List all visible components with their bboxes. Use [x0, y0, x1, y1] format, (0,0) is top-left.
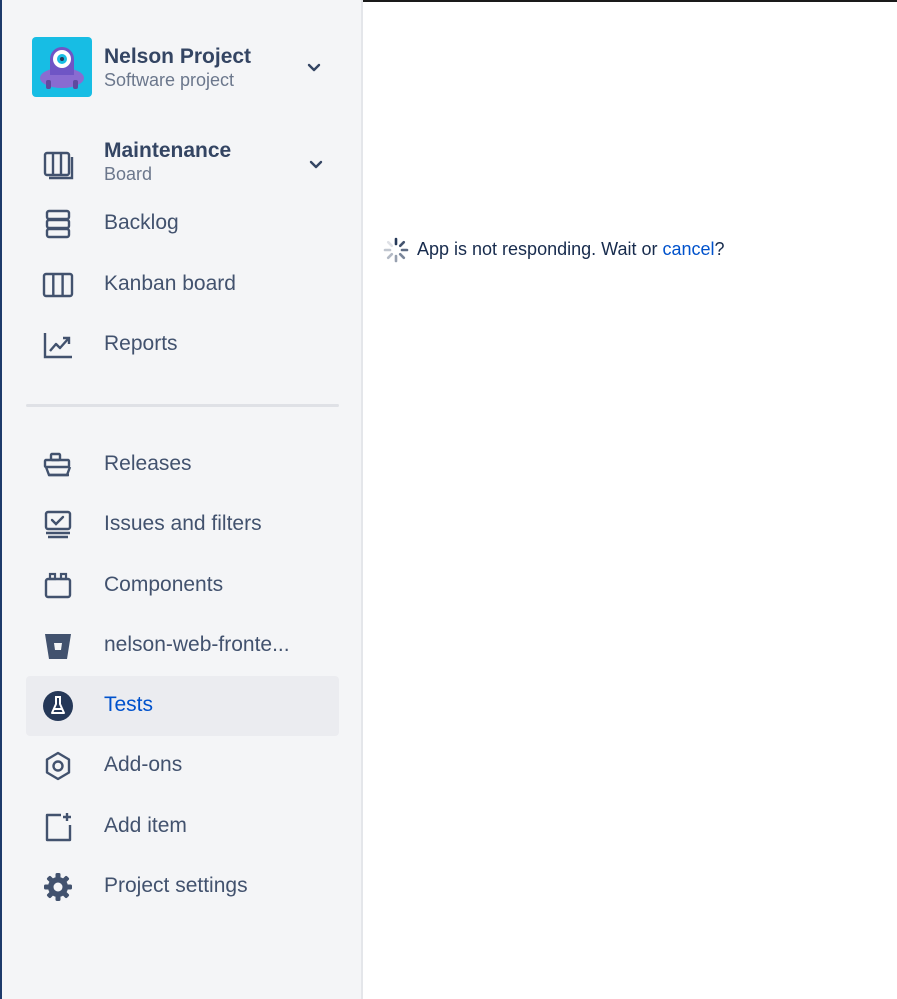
sidebar-item-label: Backlog: [104, 211, 179, 234]
add-item-icon: [45, 813, 72, 842]
chevron-down-icon[interactable]: [308, 157, 324, 173]
sidebar-item-label: Kanban board: [104, 272, 236, 295]
bitbucket-icon: [45, 634, 71, 659]
project-avatar-icon: [32, 37, 92, 97]
reports-icon: [43, 333, 72, 359]
message-prefix: App is not responding. Wait or: [417, 239, 663, 259]
sidebar-item-reports[interactable]: Reports: [26, 315, 339, 375]
message-suffix: ?: [714, 239, 725, 259]
sidebar-item-label: Project settings: [104, 874, 248, 897]
project-name: Nelson Project: [104, 45, 252, 68]
sidebar-item-repository[interactable]: nelson-web-fronte...: [26, 616, 339, 676]
chevron-down-icon[interactable]: [306, 60, 322, 76]
sidebar-item-label: Components: [104, 573, 224, 596]
sidebar-item-kanban-board[interactable]: Kanban board: [26, 255, 339, 315]
sidebar-item-label: Releases: [104, 452, 192, 475]
message-text: App is not responding. Wait or cancel?: [417, 239, 725, 260]
board-switcher[interactable]: Maintenance Board: [26, 134, 339, 194]
issues-filters-icon: [44, 510, 72, 539]
board-title: Maintenance: [104, 139, 232, 162]
flask-icon: [43, 691, 73, 721]
backlog-icon: [45, 209, 71, 239]
sidebar-item-tests[interactable]: Tests: [26, 676, 339, 736]
sidebar-divider: [26, 404, 339, 407]
sidebar-item-add-ons[interactable]: Add-ons: [26, 736, 339, 796]
sidebar-item-label: Issues and filters: [104, 512, 262, 535]
board-icon: [43, 151, 74, 180]
releases-icon: [43, 452, 72, 477]
sidebar-item-label: Reports: [104, 332, 178, 355]
gear-icon: [44, 873, 72, 901]
loading-spinner-icon: [383, 237, 409, 263]
sidebar-item-label: Add-ons: [104, 753, 183, 776]
sidebar-item-label: nelson-web-fronte...: [104, 633, 290, 656]
add-ons-icon: [45, 751, 71, 781]
sidebar-item-label: Add item: [104, 814, 187, 837]
board-subtitle: Board: [104, 164, 153, 184]
sidebar-item-backlog[interactable]: Backlog: [26, 194, 339, 254]
sidebar-item-project-settings[interactable]: Project settings: [26, 857, 339, 917]
project-type: Software project: [104, 70, 235, 90]
sidebar-item-releases[interactable]: Releases: [26, 435, 339, 495]
cancel-link[interactable]: cancel: [662, 239, 714, 259]
main-content: App is not responding. Wait or cancel?: [363, 2, 897, 999]
sidebar-item-label: Tests: [104, 693, 154, 716]
sidebar-item-add-item[interactable]: Add item: [26, 797, 339, 857]
kanban-board-icon: [42, 272, 74, 298]
project-sidebar: Nelson Project Software project Maintena…: [2, 0, 363, 999]
project-switcher[interactable]: Nelson Project Software project: [32, 37, 342, 99]
components-icon: [44, 572, 72, 599]
sidebar-item-components[interactable]: Components: [26, 556, 339, 616]
sidebar-item-issues-and-filters[interactable]: Issues and filters: [26, 495, 339, 555]
